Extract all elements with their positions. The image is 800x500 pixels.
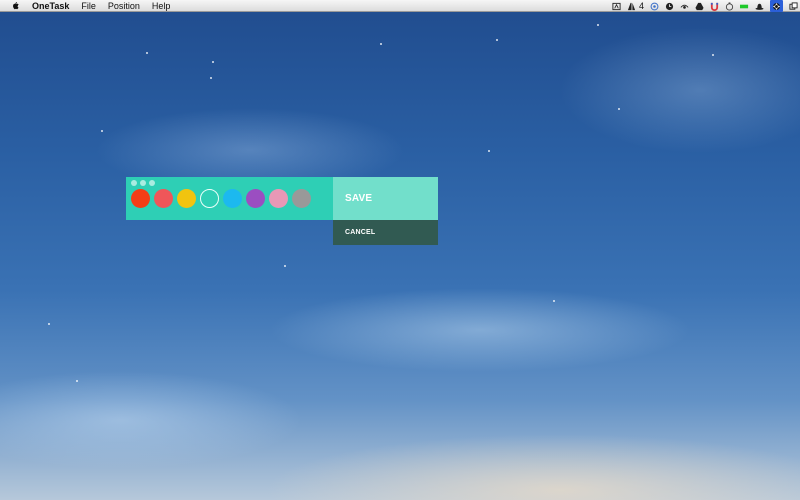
star xyxy=(597,24,599,26)
star xyxy=(496,39,498,41)
color-swatch-teal[interactable] xyxy=(200,189,219,208)
clock-icon[interactable] xyxy=(665,2,674,11)
color-swatch-yellow[interactable] xyxy=(177,189,196,208)
window-controls xyxy=(131,180,155,186)
color-swatch-red[interactable] xyxy=(131,189,150,208)
color-swatch-salmon[interactable] xyxy=(154,189,173,208)
star xyxy=(488,150,490,152)
color-swatch-pink[interactable] xyxy=(269,189,288,208)
desktop: OneTask File Position Help 4 SAVE CANCEL xyxy=(0,0,800,500)
save-button[interactable]: SAVE xyxy=(333,177,438,220)
screen-capture-icon[interactable] xyxy=(612,2,621,11)
star xyxy=(553,300,555,302)
close-window-button[interactable] xyxy=(131,180,137,186)
magnet-icon[interactable] xyxy=(710,2,719,11)
apple-logo-icon[interactable] xyxy=(10,1,20,11)
star xyxy=(76,380,78,382)
star xyxy=(284,265,286,267)
star xyxy=(210,77,212,79)
star xyxy=(101,130,103,132)
adobe-icon[interactable] xyxy=(627,2,636,11)
minimize-window-button[interactable] xyxy=(140,180,146,186)
battery-icon[interactable] xyxy=(740,2,749,11)
color-swatch-purple[interactable] xyxy=(246,189,265,208)
sync-icon[interactable] xyxy=(650,2,659,11)
star xyxy=(146,52,148,54)
drive-icon[interactable] xyxy=(695,2,704,11)
menu-bar: OneTask File Position Help 4 xyxy=(0,0,800,12)
menu-help[interactable]: Help xyxy=(152,0,171,12)
star xyxy=(380,43,382,45)
cancel-button[interactable]: CANCEL xyxy=(333,220,438,245)
app-menu-onetask[interactable]: OneTask xyxy=(32,0,69,12)
color-picker-panel xyxy=(126,177,333,220)
hat-icon[interactable] xyxy=(755,2,764,11)
aperture-icon[interactable] xyxy=(770,0,783,12)
star xyxy=(618,108,620,110)
adobe-update-count: 4 xyxy=(638,1,644,11)
timer-icon[interactable] xyxy=(725,1,734,11)
color-swatches xyxy=(131,189,311,208)
menu-file[interactable]: File xyxy=(81,0,96,12)
eye-icon[interactable] xyxy=(680,2,689,11)
star xyxy=(712,54,714,56)
zoom-window-button[interactable] xyxy=(149,180,155,186)
window-icon[interactable] xyxy=(789,1,798,11)
star xyxy=(212,61,214,63)
status-area: 4 xyxy=(612,0,798,12)
menu-position[interactable]: Position xyxy=(108,0,140,12)
color-swatch-gray[interactable] xyxy=(292,189,311,208)
color-swatch-sky-blue[interactable] xyxy=(223,189,242,208)
star xyxy=(48,323,50,325)
